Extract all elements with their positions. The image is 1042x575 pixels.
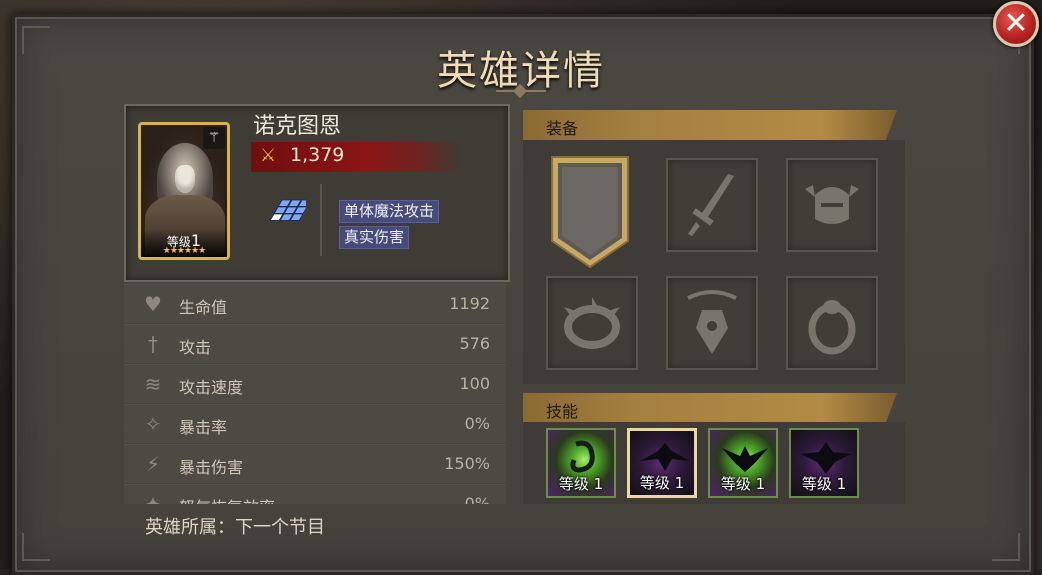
stat-label: 暴击伤害 [179, 458, 244, 477]
panel-corner-ornament [22, 533, 50, 561]
attack-range-grid-icon [269, 199, 306, 221]
stat-label: 怒气恢复效率 [179, 494, 275, 504]
stat-value: 100 [459, 374, 490, 393]
close-icon: ✕ [1003, 6, 1029, 41]
stat-row-crit-damage: ⚡ 暴击伤害 150% [124, 444, 506, 483]
hero-affiliation: 英雄所属：下一个节目 [145, 517, 325, 538]
star-rating: ★★★★★★ [162, 246, 206, 256]
stat-label: 暴击率 [179, 418, 228, 437]
panel-corner-ornament [992, 533, 1020, 561]
ring-slot-icon [808, 300, 856, 355]
stat-row-rage-recovery: ✦ 怒气恢复效率 0% [124, 484, 506, 504]
equipment-header: 装备 [523, 110, 897, 140]
skill-level: 等级 1 [639, 474, 685, 492]
rage-icon: ✦ [144, 492, 162, 504]
power-bar [251, 142, 461, 172]
hero-tag-attack-type: 单体魔法攻击 [339, 200, 440, 223]
hero-name: 诺克图恩 [253, 114, 342, 139]
bracelet-slot[interactable] [546, 276, 638, 370]
stat-row-hp: ♥ 生命值 1192 [124, 284, 506, 323]
skill-slot-2[interactable]: 等级 1 [627, 428, 697, 498]
shield-slot-icon[interactable] [548, 153, 632, 271]
serpent-skill-icon [570, 440, 595, 473]
stats-list[interactable]: ♥ 生命值 1192 † 攻击 576 ≋ 攻击速度 100 ✧ 暴击率 0% … [124, 284, 506, 504]
raven-skill-icon [801, 442, 851, 474]
title-ornament [496, 90, 546, 102]
helmet-slot[interactable] [786, 158, 878, 252]
stat-label: 攻击 [179, 338, 212, 357]
stat-row-attack: † 攻击 576 [124, 324, 506, 363]
helmet-slot-icon [805, 185, 859, 224]
heart-icon: ♥ [144, 292, 162, 316]
portrait-level-strip: 等级1 ★★★★★★ [141, 229, 227, 257]
stat-value: 0% [464, 414, 490, 433]
hero-tag-damage-type: 真实伤害 [339, 226, 410, 249]
skill-level: 等级 1 [720, 475, 766, 493]
sword-icon: † [148, 332, 158, 356]
stat-value: 0% [464, 494, 490, 504]
stat-row-crit-rate: ✧ 暴击率 0% [124, 404, 506, 443]
skill-level: 等级 1 [801, 475, 847, 493]
staff-class-icon: ⚚ [203, 127, 225, 149]
stat-value: 1192 [449, 294, 490, 313]
skill-slot-4[interactable]: 等级 1 [789, 428, 859, 498]
hero-divider [320, 184, 322, 256]
stat-value: 150% [444, 454, 490, 473]
crossed-swords-icon: ⚔ [260, 145, 277, 166]
wing-icon: ≋ [144, 372, 162, 396]
skill-level: 等级 1 [558, 475, 604, 493]
stat-label: 攻击速度 [179, 378, 244, 397]
weapon-slot[interactable] [666, 158, 758, 252]
stat-label: 生命值 [179, 298, 228, 317]
hero-portrait[interactable]: ⚚ 等级1 ★★★★★★ [138, 122, 230, 260]
bracelet-slot-icon [564, 297, 620, 349]
raven-skill-icon [722, 446, 768, 472]
skills-header: 技能 [523, 393, 897, 423]
stat-row-attack-speed: ≋ 攻击速度 100 [124, 364, 506, 403]
close-button[interactable]: ✕ [993, 1, 1039, 47]
power-value: 1,379 [290, 144, 345, 166]
hero-mask [175, 165, 195, 193]
equipment-header-label: 装备 [546, 119, 579, 138]
skill-slot-3[interactable]: 等级 1 [708, 428, 778, 498]
amulet-slot[interactable] [666, 276, 758, 370]
stat-value: 576 [459, 334, 490, 353]
skills-header-label: 技能 [546, 402, 579, 421]
skill-slot-1[interactable]: 等级 1 [546, 428, 616, 498]
crit-damage-icon: ⚡ [145, 452, 161, 476]
amulet-slot-icon [687, 290, 737, 354]
weapon-slot-icon [688, 174, 734, 236]
ring-slot[interactable] [786, 276, 878, 370]
crit-icon: ✧ [144, 412, 162, 436]
